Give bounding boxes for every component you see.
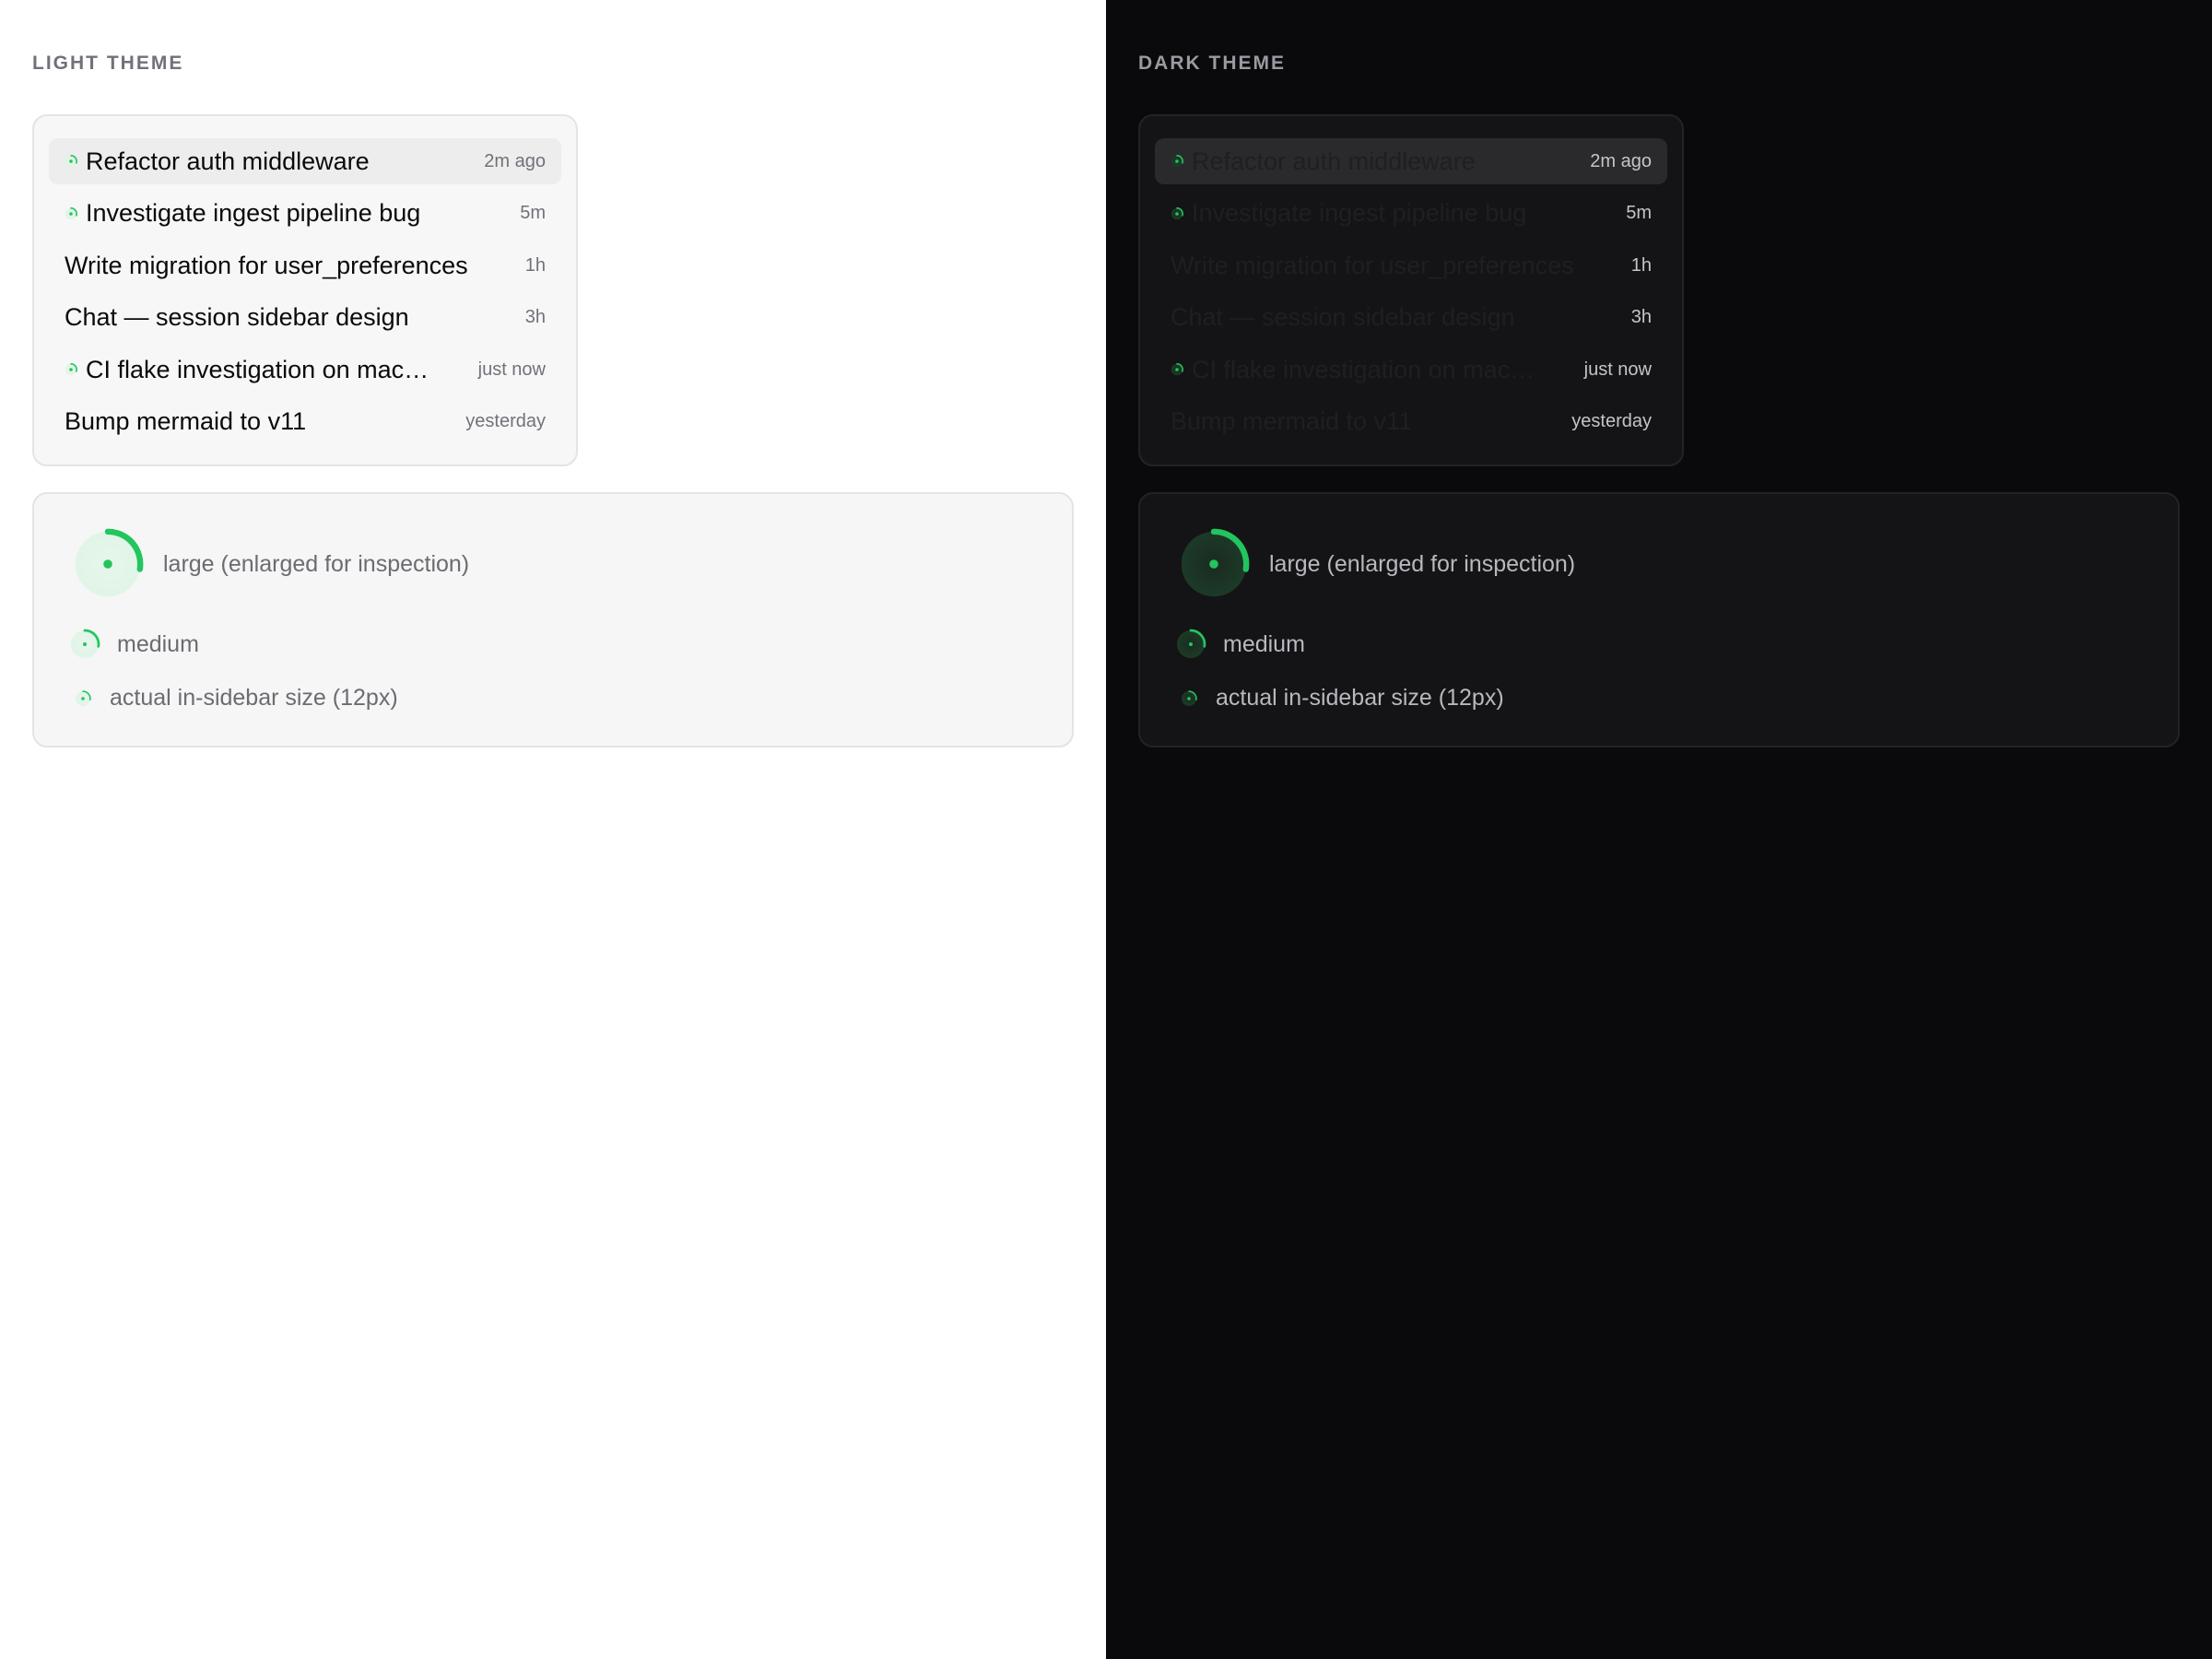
session-row[interactable]: CI flake investigation on mac… just now: [49, 347, 561, 393]
session-time: yesterday: [1571, 411, 1652, 432]
session-time: 3h: [524, 307, 546, 328]
spinner-label: large (enlarged for inspection): [163, 550, 470, 577]
session-time: just now: [477, 359, 546, 380]
spinner-demo-small: actual in-sidebar size (12px): [1175, 685, 1504, 712]
running-spinner-icon: [65, 155, 77, 168]
spinner-large-icon: [1177, 527, 1251, 601]
session-title: Refactor auth middleware: [1192, 147, 1476, 175]
session-list: Refactor auth middleware 2m ago Investig…: [1138, 114, 1684, 466]
running-spinner-icon: [1171, 206, 1183, 220]
session-title: Investigate ingest pipeline bug: [1192, 199, 1527, 228]
session-title: Bump mermaid to v11: [1171, 407, 1413, 436]
running-spinner-icon: [65, 206, 77, 220]
spinner-label: large (enlarged for inspection): [1269, 550, 1576, 577]
spinner-demo-small: actual in-sidebar size (12px): [69, 685, 398, 712]
session-row[interactable]: Bump mermaid to v11 yesterday: [1155, 399, 1667, 445]
session-row[interactable]: CI flake investigation on mac… just now: [1155, 347, 1667, 393]
spinner-small-icon: [75, 689, 91, 707]
running-spinner-icon: [1171, 363, 1183, 376]
session-title: Investigate ingest pipeline bug: [86, 199, 421, 228]
session-row[interactable]: Refactor auth middleware 2m ago: [49, 138, 561, 184]
session-time: 5m: [520, 203, 546, 224]
session-title: Chat — session sidebar design: [1171, 303, 1515, 332]
theme-label: LIGHT THEME: [32, 53, 184, 74]
session-title: Chat — session sidebar design: [65, 303, 409, 332]
session-title: Refactor auth middleware: [86, 147, 370, 175]
session-time: 1h: [524, 254, 546, 276]
running-spinner-icon: [65, 363, 77, 376]
spinner-small-icon: [1181, 689, 1197, 707]
spinner-large-icon: [71, 527, 145, 601]
spinner-label: medium: [117, 630, 199, 657]
session-time: just now: [1583, 359, 1652, 380]
session-row[interactable]: Write migration for user_preferences 1h: [1155, 242, 1667, 288]
session-time: yesterday: [465, 411, 546, 432]
light-theme-panel: LIGHT THEME Refactor auth middleware 2m …: [0, 0, 1106, 1659]
page: LIGHT THEME Refactor auth middleware 2m …: [0, 0, 2212, 1659]
session-time: 2m ago: [1590, 150, 1652, 171]
running-spinner-icon: [1171, 155, 1183, 168]
spinner-medium-icon: [69, 629, 100, 660]
session-row[interactable]: Refactor auth middleware 2m ago: [1155, 138, 1667, 184]
spinner-demo-medium: medium: [1175, 629, 1305, 660]
spinner-label: medium: [1223, 630, 1305, 657]
spinner-label: actual in-sidebar size (12px): [1216, 685, 1504, 711]
spinner-demo-card: large (enlarged for inspection) medium a…: [32, 492, 1074, 747]
session-time: 3h: [1630, 307, 1652, 328]
session-row[interactable]: Bump mermaid to v11 yesterday: [49, 399, 561, 445]
session-row[interactable]: Write migration for user_preferences 1h: [49, 242, 561, 288]
session-title: Write migration for user_preferences: [1171, 251, 1574, 279]
theme-label: DARK THEME: [1138, 53, 1286, 74]
spinner-demo-large: large (enlarged for inspection): [71, 527, 469, 601]
dark-theme-panel: DARK THEME Refactor auth middleware 2m a…: [1106, 0, 2212, 1659]
spinner-demo-card: large (enlarged for inspection) medium a…: [1138, 492, 2180, 747]
session-title: Write migration for user_preferences: [65, 251, 468, 279]
session-row[interactable]: Investigate ingest pipeline bug 5m: [49, 191, 561, 237]
spinner-medium-icon: [1175, 629, 1206, 660]
session-title: Bump mermaid to v11: [65, 407, 307, 436]
session-row[interactable]: Chat — session sidebar design 3h: [1155, 295, 1667, 341]
session-time: 2m ago: [484, 150, 546, 171]
spinner-label: actual in-sidebar size (12px): [110, 685, 398, 711]
session-row[interactable]: Investigate ingest pipeline bug 5m: [1155, 191, 1667, 237]
session-title: CI flake investigation on mac…: [1192, 355, 1535, 383]
session-list: Refactor auth middleware 2m ago Investig…: [32, 114, 578, 466]
session-title: CI flake investigation on mac…: [86, 355, 429, 383]
session-time: 5m: [1626, 203, 1652, 224]
spinner-demo-large: large (enlarged for inspection): [1177, 527, 1575, 601]
session-row[interactable]: Chat — session sidebar design 3h: [49, 295, 561, 341]
spinner-demo-medium: medium: [69, 629, 199, 660]
session-time: 1h: [1630, 254, 1652, 276]
